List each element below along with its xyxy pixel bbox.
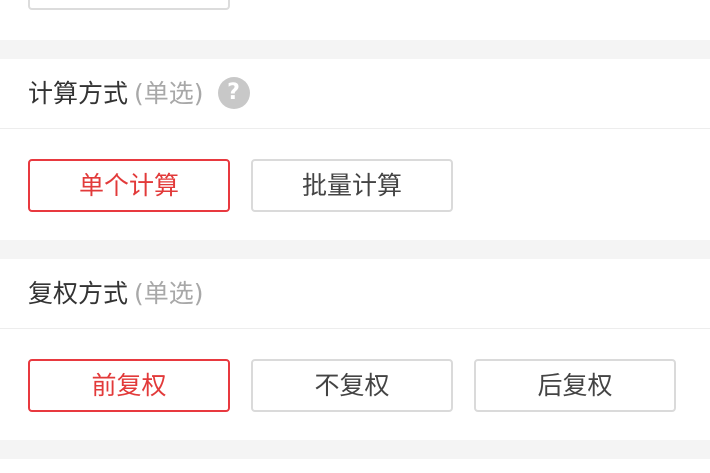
adjust-method-subtitle: (单选)	[134, 279, 204, 308]
adjust-method-options: 前复权 不复权 后复权	[0, 329, 710, 440]
adjust-method-header: 复权方式 (单选)	[0, 259, 710, 329]
section-divider	[0, 240, 710, 259]
previous-section-tail	[0, 0, 710, 40]
calc-method-title-text: 计算方式	[28, 79, 129, 108]
adjust-method-section: 复权方式 (单选) 前复权 不复权 后复权	[0, 259, 710, 440]
calc-method-title: 计算方式 (单选)?	[28, 77, 250, 111]
help-icon[interactable]: ?	[217, 77, 250, 109]
option-single-calc[interactable]: 单个计算	[28, 159, 230, 212]
next-section-top	[0, 459, 710, 473]
section-divider	[0, 40, 710, 59]
calc-method-section: 计算方式 (单选)? 单个计算 批量计算	[0, 59, 710, 240]
calc-method-subtitle: (单选)	[134, 79, 204, 108]
option-no-adjust[interactable]: 不复权	[251, 359, 453, 412]
adjust-method-title: 复权方式 (单选)	[28, 277, 204, 311]
section-divider	[0, 440, 710, 459]
option-backward-adjust[interactable]: 后复权	[474, 359, 676, 412]
option-batch-calc[interactable]: 批量计算	[251, 159, 453, 212]
adjust-method-title-text: 复权方式	[28, 279, 129, 308]
calc-method-options: 单个计算 批量计算	[0, 129, 710, 240]
calc-method-header: 计算方式 (单选)?	[0, 59, 710, 129]
previous-option-button[interactable]	[28, 0, 230, 10]
option-forward-adjust[interactable]: 前复权	[28, 359, 230, 412]
